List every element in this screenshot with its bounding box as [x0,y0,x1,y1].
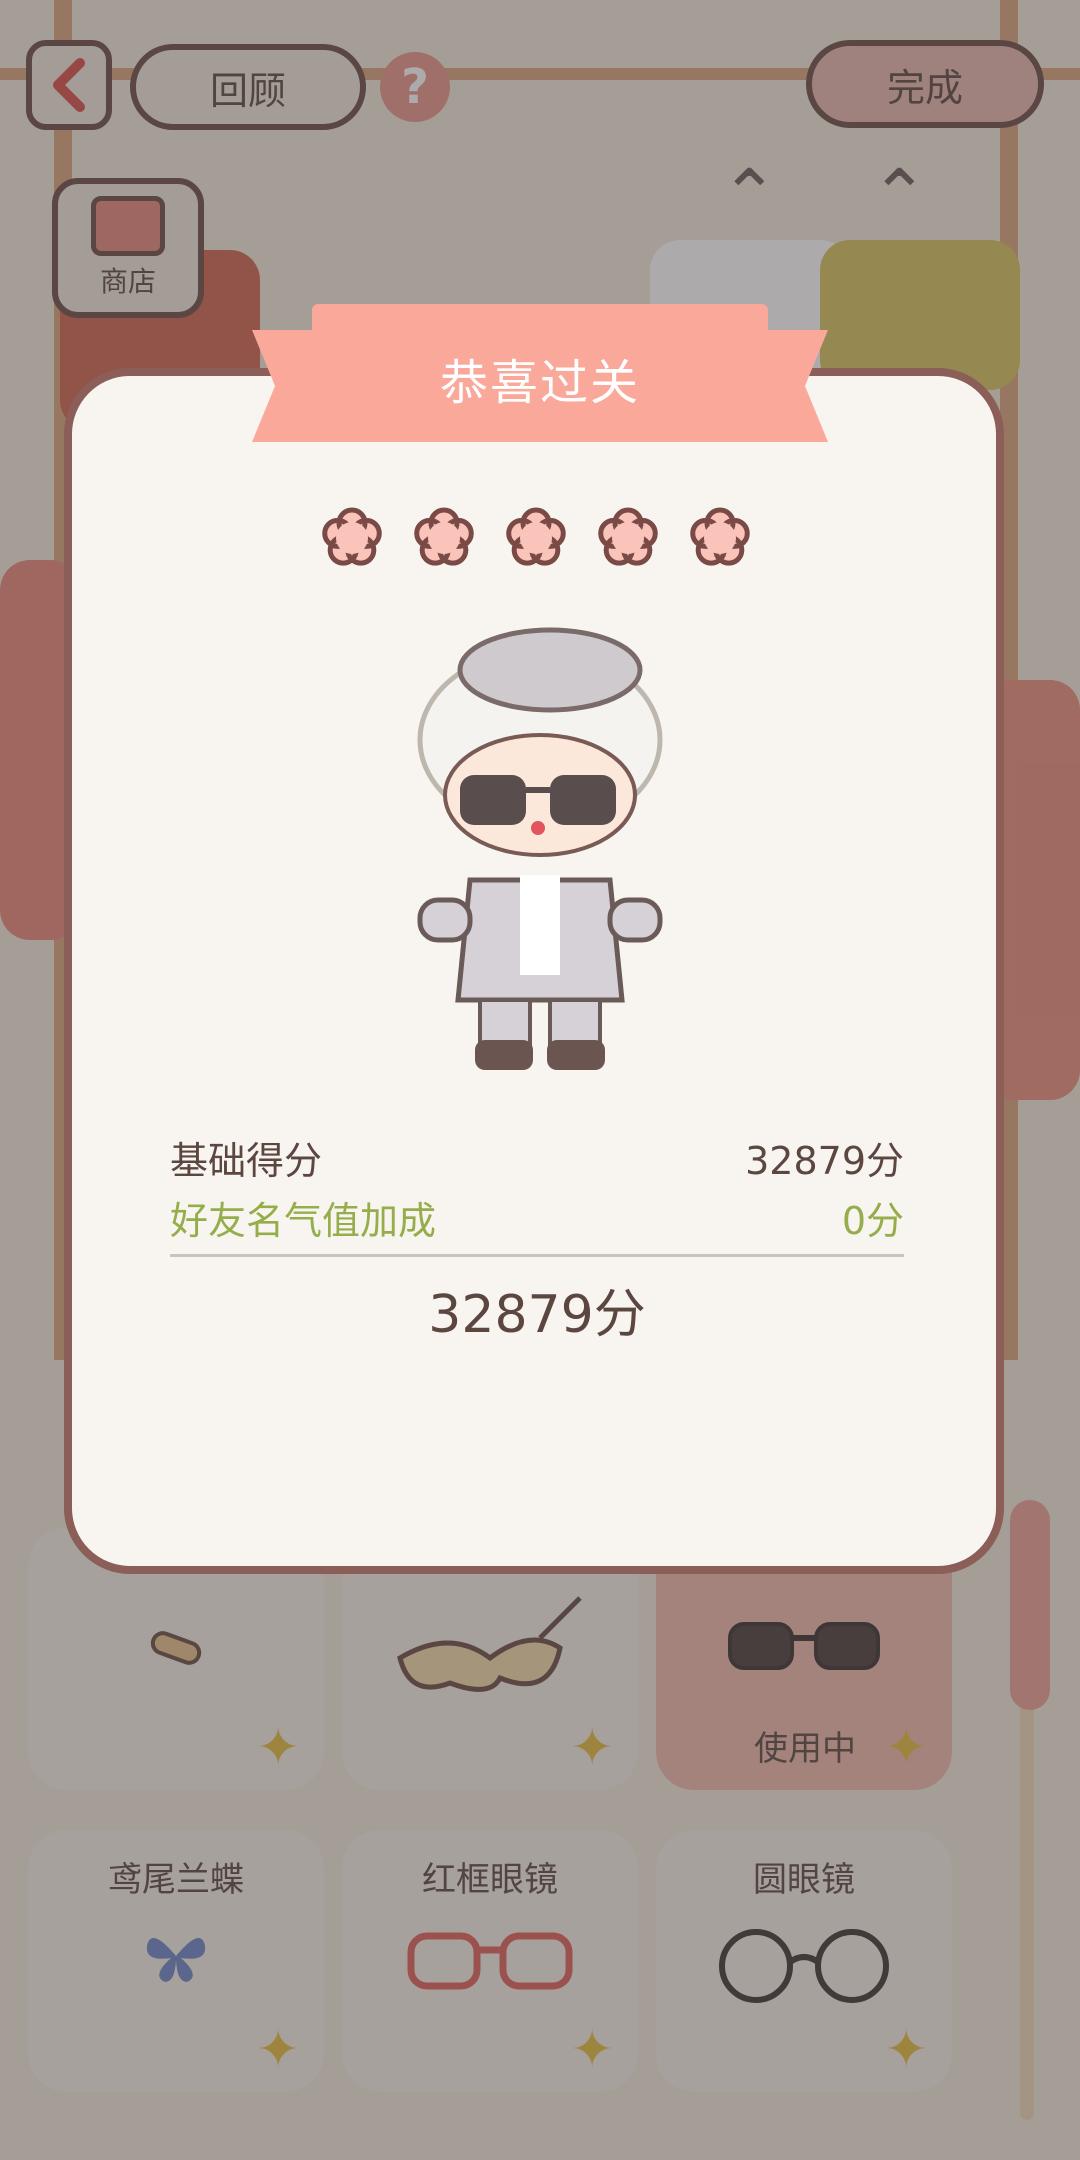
score-divider [170,1254,904,1257]
dialog-title: 恭喜过关 [439,355,640,411]
base-score-label: 基础得分 [170,1139,323,1183]
bonus-score-row: 好友名气值加成 0分 [170,1190,904,1245]
total-score: 32879分 [428,1285,646,1345]
rating-star-icon [506,507,566,566]
rating-star-icon [690,507,750,566]
rating-star-icon [322,507,382,566]
rating-stars [316,500,756,572]
rating-star-icon [414,507,474,566]
base-score-row: 基础得分 32879分 [170,1130,904,1185]
base-score-value: 32879分 [745,1139,904,1183]
rating-star-icon [598,507,658,566]
bonus-score-value: 0分 [841,1199,904,1243]
bonus-score-label: 好友名气值加成 [170,1199,437,1243]
title-banner: 恭喜过关 [252,300,828,450]
character-avatar [417,627,663,1070]
